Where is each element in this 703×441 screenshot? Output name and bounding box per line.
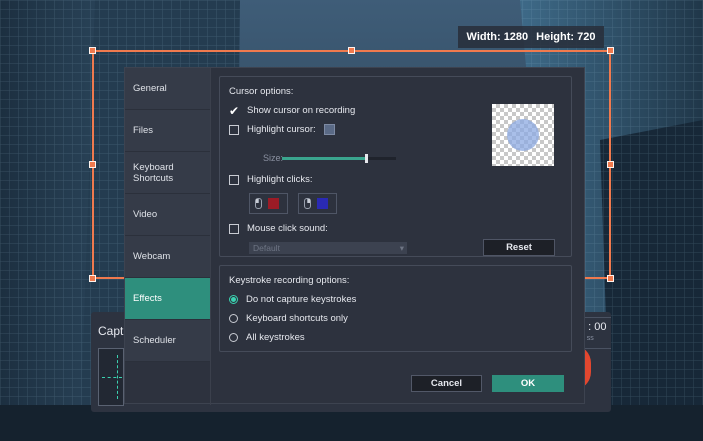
- cursor-options-group: Cursor options: ✔ Show cursor on recordi…: [219, 76, 572, 257]
- keystroke-option-shortcuts[interactable]: Keyboard shortcuts only: [229, 313, 348, 324]
- sidebar-item-label: Scheduler: [133, 335, 176, 346]
- size-label: Size:: [263, 153, 284, 163]
- resize-handle-right[interactable]: [607, 161, 614, 168]
- content-divider: [210, 68, 211, 405]
- mouse-click-sound-row[interactable]: Mouse click sound:: [229, 223, 328, 234]
- click-sound-select[interactable]: Default ▾: [249, 242, 407, 254]
- mouse-click-sound-label: Mouse click sound:: [247, 223, 328, 234]
- settings-dialog: General Files Keyboard Shortcuts Video W…: [124, 67, 585, 405]
- reset-button[interactable]: Reset: [483, 239, 555, 256]
- resize-handle-bottom-right[interactable]: [607, 275, 614, 282]
- sidebar-item-keyboard-shortcuts[interactable]: Keyboard Shortcuts: [125, 152, 210, 194]
- highlight-clicks-row[interactable]: Highlight clicks:: [229, 174, 312, 185]
- sidebar-item-label: Video: [133, 209, 158, 220]
- left-click-color-swatch[interactable]: [268, 198, 279, 209]
- crosshair-horizontal: [102, 377, 122, 378]
- keystroke-option-all[interactable]: All keystrokes: [229, 332, 305, 343]
- mouse-left-click-icon: [255, 198, 262, 209]
- sidebar-item-general[interactable]: General: [125, 68, 210, 110]
- show-cursor-row[interactable]: ✔ Show cursor on recording: [229, 105, 356, 117]
- cursor-highlight-preview: [507, 119, 539, 151]
- resize-handle-top-left[interactable]: [89, 47, 96, 54]
- show-cursor-label: Show cursor on recording: [247, 105, 356, 116]
- capture-height: Height: 720: [536, 31, 596, 43]
- sidebar-item-label: Keyboard Shortcuts: [133, 161, 174, 184]
- sidebar-item-label: Effects: [133, 293, 162, 304]
- sidebar-item-video[interactable]: Video: [125, 194, 210, 236]
- keystroke-option-label: Keyboard shortcuts only: [246, 313, 348, 324]
- left-click-color-picker[interactable]: [249, 193, 288, 214]
- right-click-color-picker[interactable]: [298, 193, 337, 214]
- keystroke-option-none[interactable]: Do not capture keystrokes: [229, 294, 356, 305]
- radio-selected-icon[interactable]: [229, 295, 238, 304]
- highlight-clicks-checkbox[interactable]: [229, 174, 239, 185]
- resize-handle-bottom-left[interactable]: [89, 275, 96, 282]
- cursor-options-title: Cursor options:: [229, 86, 294, 97]
- highlight-cursor-label: Highlight cursor:: [247, 124, 316, 135]
- sidebar-item-label: Webcam: [133, 251, 171, 262]
- resize-handle-left[interactable]: [89, 161, 96, 168]
- click-sound-value: Default: [253, 243, 280, 253]
- settings-sidebar: General Files Keyboard Shortcuts Video W…: [125, 68, 210, 362]
- right-click-color-swatch[interactable]: [317, 198, 328, 209]
- keystroke-option-label: Do not capture keystrokes: [246, 294, 357, 305]
- checkmark-icon[interactable]: ✔: [229, 105, 239, 117]
- ok-button[interactable]: OK: [492, 375, 564, 392]
- highlight-cursor-row[interactable]: Highlight cursor:: [229, 124, 335, 135]
- resize-handle-top-right[interactable]: [607, 47, 614, 54]
- cursor-preview: [492, 104, 554, 166]
- sidebar-item-scheduler[interactable]: Scheduler: [125, 320, 210, 362]
- radio-icon[interactable]: [229, 314, 238, 323]
- highlight-cursor-checkbox[interactable]: [229, 124, 239, 135]
- keystroke-options-title: Keystroke recording options:: [229, 275, 350, 286]
- chevron-down-icon: ▾: [399, 242, 404, 253]
- highlight-clicks-label: Highlight clicks:: [247, 174, 313, 185]
- radio-icon[interactable]: [229, 333, 238, 342]
- crosshair-vertical: [117, 355, 118, 399]
- capture-area-thumbnail[interactable]: [98, 348, 124, 406]
- resize-handle-top[interactable]: [348, 47, 355, 54]
- size-slider-thumb[interactable]: [365, 154, 369, 163]
- keystroke-option-label: All keystrokes: [246, 332, 305, 343]
- capture-size-readout: Width: 1280 Height: 720: [458, 26, 604, 48]
- sidebar-item-files[interactable]: Files: [125, 110, 210, 152]
- sidebar-item-label: Files: [133, 125, 154, 136]
- capture-width: Width: 1280: [466, 31, 529, 43]
- keystroke-options-group: Keystroke recording options: Do not capt…: [219, 265, 572, 352]
- sidebar-item-effects[interactable]: Effects: [125, 278, 210, 320]
- cancel-button[interactable]: Cancel: [411, 375, 482, 392]
- size-slider[interactable]: [282, 154, 396, 163]
- mouse-click-sound-checkbox[interactable]: [229, 223, 239, 234]
- size-slider-fill: [282, 157, 367, 160]
- cursor-color-swatch[interactable]: [323, 124, 335, 135]
- sidebar-item-webcam[interactable]: Webcam: [125, 236, 210, 278]
- sidebar-item-label: General: [133, 83, 167, 94]
- mouse-right-click-icon: [304, 198, 311, 209]
